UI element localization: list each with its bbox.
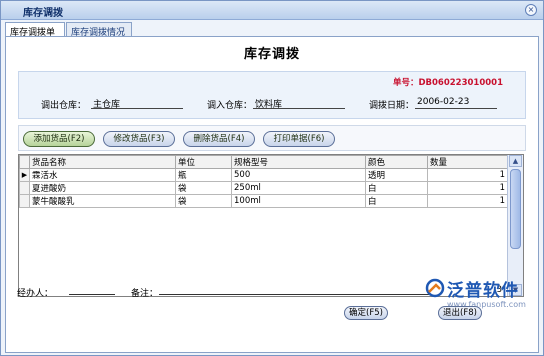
remark-field[interactable] bbox=[159, 294, 429, 295]
cell-spec[interactable]: 100ml bbox=[231, 194, 366, 208]
handler-label: 经办人： bbox=[17, 289, 54, 299]
row-indicator-header bbox=[19, 155, 30, 169]
cell-color[interactable]: 透明 bbox=[365, 168, 428, 182]
scrollbar-thumb[interactable] bbox=[510, 169, 521, 249]
tab-transfer-status[interactable]: 库存调拨情况 bbox=[66, 22, 132, 38]
cell-spec[interactable]: 500 bbox=[231, 168, 366, 182]
cell-unit[interactable]: 袋 bbox=[175, 194, 232, 208]
confirm-button[interactable]: 确定(F5) bbox=[344, 306, 388, 320]
transfer-date-field[interactable]: 2006-02-23 bbox=[415, 95, 497, 109]
brand-mark-icon bbox=[425, 278, 445, 298]
column-header-name[interactable]: 货品名称 bbox=[29, 155, 176, 169]
title-bar: 库存调拨 × bbox=[1, 1, 543, 20]
table-row[interactable]: 蒙牛酸酸乳 袋 100ml 白 1 bbox=[19, 194, 508, 208]
doc-number-label: 单号： bbox=[392, 78, 419, 88]
column-header-unit[interactable]: 单位 bbox=[175, 155, 232, 169]
out-warehouse-field[interactable]: 主仓库 bbox=[91, 95, 183, 110]
exit-button[interactable]: 退出(F8) bbox=[438, 306, 482, 320]
table-header-row: 货品名称 单位 规格型号 颜色 数量 bbox=[19, 155, 508, 169]
close-icon[interactable]: × bbox=[525, 4, 537, 16]
table-row[interactable]: ▶ 霖活水 瓶 500 透明 1 bbox=[19, 168, 508, 182]
handler-field[interactable] bbox=[69, 294, 115, 295]
doc-number-value: DB060223010001 bbox=[418, 78, 503, 88]
brand-name: 泛普软件 bbox=[447, 281, 519, 301]
column-header-color[interactable]: 颜色 bbox=[365, 155, 428, 169]
doc-number: 单号：DB060223010001 bbox=[393, 76, 503, 88]
order-header: 单号：DB060223010001 调出仓库： 主仓库 调入仓库： 饮料库 调拨… bbox=[18, 71, 526, 119]
add-item-button[interactable]: 添加货品(F2) bbox=[23, 131, 95, 147]
cell-unit[interactable]: 袋 bbox=[175, 181, 232, 195]
in-warehouse-label: 调入仓库： bbox=[207, 101, 253, 111]
cell-name[interactable]: 霖活水 bbox=[29, 168, 176, 182]
item-toolbar: 添加货品(F2) 修改货品(F3) 删除货品(F4) 打印单据(F6) bbox=[18, 125, 526, 151]
current-row-marker-icon: ▶ bbox=[19, 168, 30, 182]
table-row[interactable]: 夏进酸奶 袋 250ml 白 1 bbox=[19, 181, 508, 195]
cell-name[interactable]: 蒙牛酸酸乳 bbox=[29, 194, 176, 208]
out-warehouse-label: 调出仓库： bbox=[41, 101, 87, 111]
delete-item-button[interactable]: 删除货品(F4) bbox=[183, 131, 255, 147]
cell-color[interactable]: 白 bbox=[365, 181, 428, 195]
column-header-quantity[interactable]: 数量 bbox=[427, 155, 508, 169]
cell-quantity[interactable]: 1 bbox=[427, 168, 508, 182]
cell-unit[interactable]: 瓶 bbox=[175, 168, 232, 182]
window-title: 库存调拨 bbox=[23, 8, 63, 19]
transfer-date-label: 调拨日期： bbox=[369, 101, 415, 111]
cell-quantity[interactable]: 1 bbox=[427, 194, 508, 208]
cell-color[interactable]: 白 bbox=[365, 194, 428, 208]
vertical-scrollbar[interactable]: ▲ ▼ bbox=[507, 155, 523, 296]
cell-quantity[interactable]: 1 bbox=[427, 181, 508, 195]
remark-label: 备注： bbox=[131, 289, 159, 299]
cell-name[interactable]: 夏进酸奶 bbox=[29, 181, 176, 195]
inventory-transfer-window: 库存调拨 × 库存调拨单 库存调拨情况 库存调拨 单号：DB0602230100… bbox=[0, 0, 544, 356]
edit-item-button[interactable]: 修改货品(F3) bbox=[103, 131, 175, 147]
row-indicator bbox=[19, 181, 30, 195]
row-indicator bbox=[19, 194, 30, 208]
column-header-spec[interactable]: 规格型号 bbox=[231, 155, 366, 169]
print-document-button[interactable]: 打印单据(F6) bbox=[263, 131, 335, 147]
in-warehouse-field[interactable]: 饮料库 bbox=[253, 95, 345, 110]
scroll-up-icon[interactable]: ▲ bbox=[509, 155, 522, 167]
page-title: 库存调拨 bbox=[243, 47, 300, 62]
cell-spec[interactable]: 250ml bbox=[231, 181, 366, 195]
